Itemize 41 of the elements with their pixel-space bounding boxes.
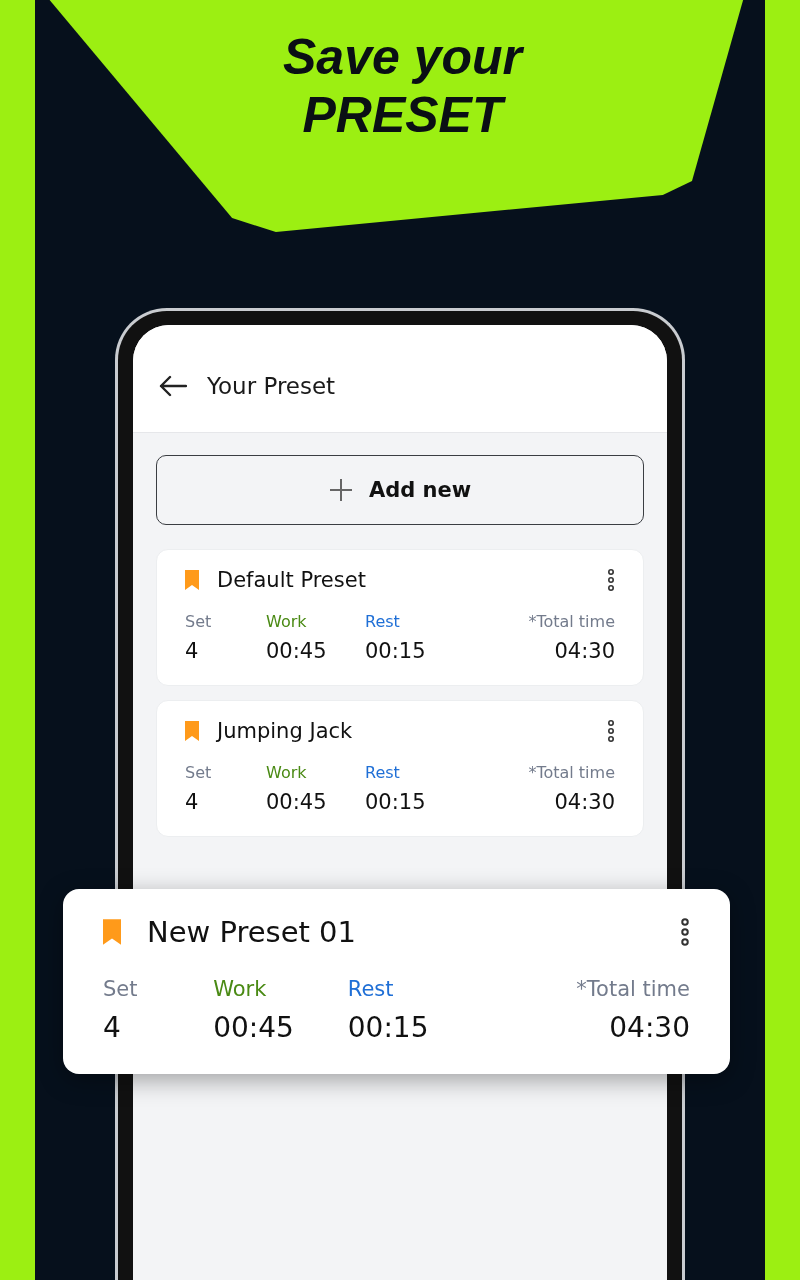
preset-name: New Preset 01 <box>147 915 358 949</box>
stat-label: Work <box>213 977 267 1001</box>
stat-value: 00:45 <box>266 639 327 663</box>
add-new-button[interactable]: Add new <box>156 455 644 525</box>
stat-value: 00:15 <box>347 1011 429 1044</box>
screen-title: Your Preset <box>207 372 336 399</box>
preset-name: Default Preset <box>217 568 367 592</box>
stat-label: Rest <box>347 977 394 1001</box>
stat-value: 00:15 <box>365 639 426 663</box>
stat-value: 04:30 <box>609 1011 690 1044</box>
preset-card[interactable]: Jumping Jack Set 4 Work 00:45 Rest 00:15 *Total time 04:30 <box>156 700 644 837</box>
stat-label: Set <box>185 763 212 782</box>
more-options-icon[interactable] <box>680 918 690 946</box>
plus-icon <box>328 478 353 502</box>
stat-label: Set <box>185 612 212 631</box>
stat-value: 4 <box>185 639 199 663</box>
more-options-icon[interactable] <box>607 720 615 742</box>
stat-value: 00:15 <box>365 790 426 814</box>
stat-value: 00:45 <box>213 1011 294 1044</box>
preset-card[interactable]: Default Preset Set 4 Work 00:45 Rest 00:15 *Total time 04:30 <box>156 549 644 686</box>
preset-card[interactable]: New Preset 01 Set 4 Work 00:45 Rest 00:15 *Total time 04:30 <box>63 889 730 1074</box>
bookmark-icon <box>185 570 199 590</box>
bookmark-icon <box>185 721 199 741</box>
stat-label: *Total time <box>576 977 690 1001</box>
preset-name: Jumping Jack <box>217 719 354 743</box>
stat-label: *Total time <box>528 763 615 782</box>
stat-label: Rest <box>365 763 400 782</box>
stat-label: Work <box>266 612 307 631</box>
stat-value: 4 <box>103 1011 121 1044</box>
headline: Save your PRESET <box>282 28 522 144</box>
stat-value: 00:45 <box>266 790 327 814</box>
stat-label: Work <box>266 763 307 782</box>
stat-value: 04:30 <box>554 639 615 663</box>
more-options-icon[interactable] <box>607 569 615 591</box>
stat-label: *Total time <box>528 612 615 631</box>
stat-label: Rest <box>365 612 400 631</box>
stat-value: 04:30 <box>554 790 615 814</box>
bookmark-icon <box>103 919 121 945</box>
back-arrow-icon[interactable] <box>159 374 187 397</box>
stat-label: Set <box>103 977 138 1001</box>
stat-value: 4 <box>185 790 199 814</box>
